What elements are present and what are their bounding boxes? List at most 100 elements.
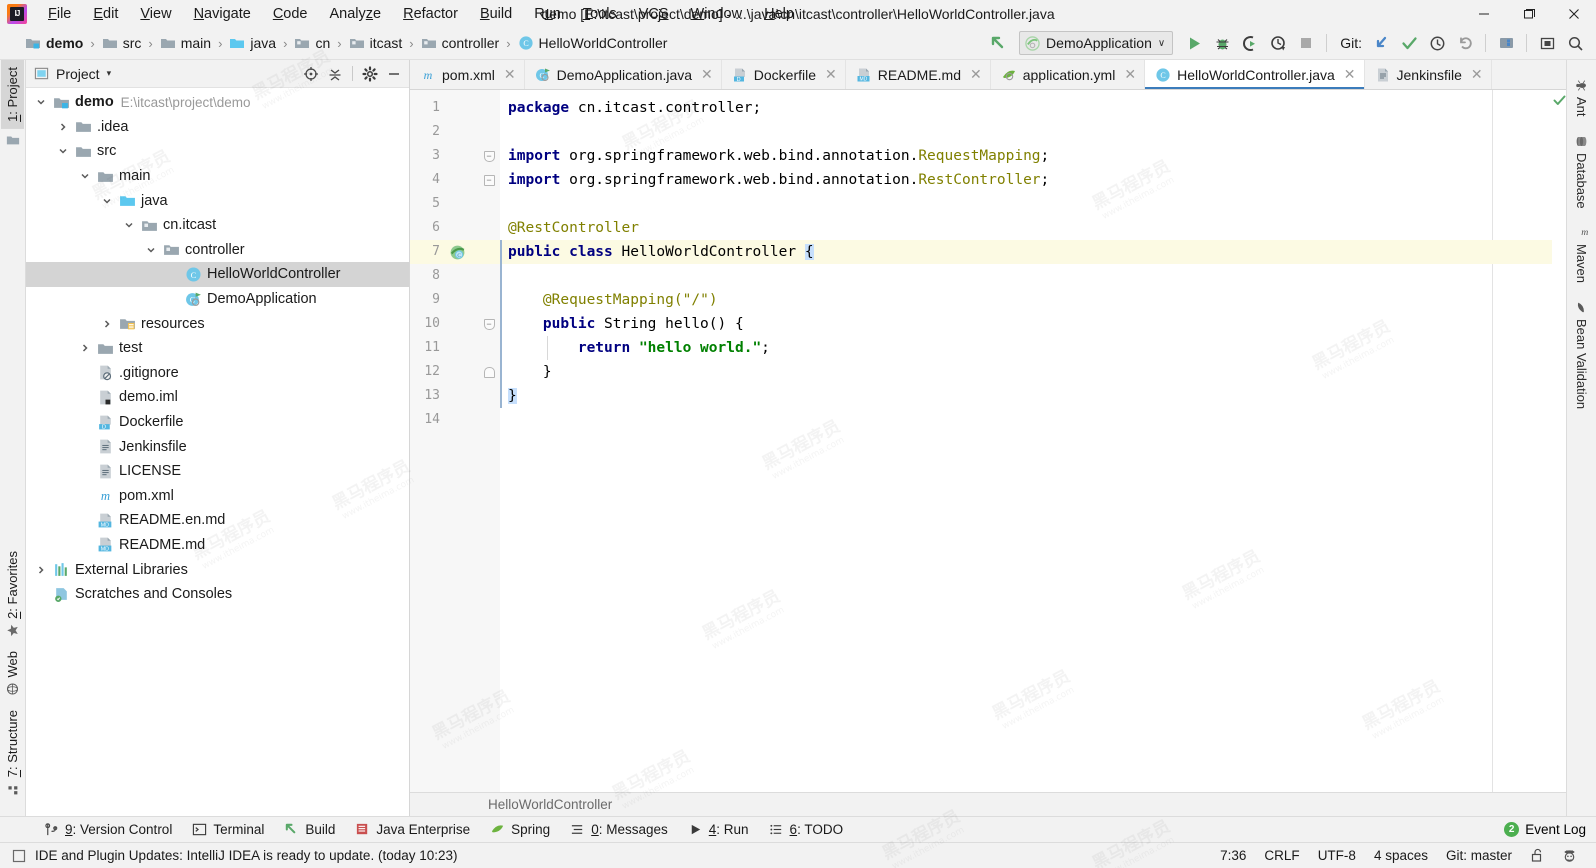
tree-node-helloworldcontroller[interactable]: C HelloWorldController <box>26 262 409 287</box>
tree-node-scratches-and-consoles[interactable]: Scratches and Consoles <box>26 582 409 607</box>
indent-setting[interactable]: 4 spaces <box>1365 846 1437 865</box>
menu-code[interactable]: Code <box>262 3 319 25</box>
tool-window-tab-web[interactable]: Web <box>1 644 24 703</box>
tree-node-main[interactable]: main <box>26 164 409 189</box>
fold-marker-line-3[interactable]: − <box>478 144 500 168</box>
breadcrumb-item-src[interactable]: src <box>99 33 145 53</box>
tool-window-tab-ant[interactable]: Ant <box>1570 70 1593 126</box>
layout-icon[interactable] <box>1534 30 1560 56</box>
fold-marker-line-4[interactable]: − <box>478 168 500 192</box>
chevron-down-icon[interactable]: ∨ <box>1158 38 1165 49</box>
editor-breadcrumb[interactable]: HelloWorldController <box>410 792 1566 816</box>
tool-window-tab-maven[interactable]: m Maven <box>1570 217 1593 292</box>
gutter-line-14[interactable]: 14 <box>410 408 478 432</box>
tool-window-button-build[interactable]: Build <box>274 819 345 840</box>
tree-node-external-libraries[interactable]: External Libraries <box>26 557 409 582</box>
close-button[interactable] <box>1551 0 1596 27</box>
tool-window-tab-2-favorites[interactable]: 2: Favorites <box>1 544 24 644</box>
event-log-button[interactable]: 2 Event Log <box>1504 822 1596 837</box>
gutter-line-10[interactable]: 10 <box>410 312 478 336</box>
close-icon[interactable]: ✕ <box>1344 66 1356 83</box>
tool-window-button-java-enterprise[interactable]: Java Enterprise <box>345 819 480 840</box>
fold-collapse-icon[interactable]: − <box>483 150 495 162</box>
tool-window-tab-1-project[interactable]: 1: Project <box>1 60 24 129</box>
gutter-line-11[interactable]: 11 <box>410 336 478 360</box>
close-icon[interactable]: ✕ <box>701 66 713 83</box>
gutter-line-13[interactable]: 13 <box>410 384 478 408</box>
code-line-7[interactable]: public class HelloWorldController { <box>500 240 1552 264</box>
close-icon[interactable]: ✕ <box>1124 66 1136 83</box>
editor-tab-jenkinsfile[interactable]: Jenkinsfile ✕ <box>1365 60 1492 89</box>
code-line-12[interactable]: } <box>500 360 1552 384</box>
profile-button[interactable] <box>1265 30 1291 56</box>
close-icon[interactable]: ✕ <box>1471 66 1483 83</box>
breadcrumb-item-cn[interactable]: cn <box>291 33 333 53</box>
gear-icon[interactable] <box>359 63 381 85</box>
code-line-6[interactable]: @RestController <box>500 216 1552 240</box>
menu-window[interactable]: Window <box>680 3 754 25</box>
line-separator[interactable]: CRLF <box>1255 846 1308 865</box>
breadcrumb-item-java[interactable]: java <box>226 33 279 53</box>
spring-bean-icon[interactable]: C <box>449 244 466 261</box>
editor-tab-pom-xml[interactable]: m pom.xml ✕ <box>410 60 525 89</box>
tree-node-controller[interactable]: controller <box>26 238 409 263</box>
minimize-button[interactable] <box>1461 0 1506 27</box>
breadcrumb-item-demo[interactable]: demo <box>22 33 86 53</box>
fold-marker-line-10[interactable]: − <box>478 312 500 336</box>
code-line-4[interactable]: import org.springframework.web.bind.anno… <box>500 168 1552 192</box>
tool-window-tab-bean-validation[interactable]: Bean Validation <box>1570 292 1593 418</box>
search-icon[interactable] <box>1562 30 1588 56</box>
gutter-line-1[interactable]: 1 <box>410 96 478 120</box>
close-icon[interactable]: ✕ <box>825 66 837 83</box>
debug-button[interactable] <box>1209 30 1235 56</box>
chevron-right-icon[interactable] <box>102 319 118 329</box>
tree-node-demo[interactable]: demo E:\itcast\project\demo <box>26 90 409 115</box>
gutter-line-9[interactable]: 9 <box>410 288 478 312</box>
tree-node-resources[interactable]: resources <box>26 311 409 336</box>
close-icon[interactable]: ✕ <box>504 66 516 83</box>
chevron-down-icon[interactable]: ▾ <box>107 68 112 79</box>
run-configuration-selector[interactable]: DemoApplication ∨ <box>1019 31 1174 55</box>
code-editor[interactable]: package cn.itcast.controller; import org… <box>500 90 1552 792</box>
hector-inspection-icon[interactable] <box>1553 846 1586 865</box>
code-line-1[interactable]: package cn.itcast.controller; <box>500 96 1552 120</box>
tree-node-idea[interactable]: .idea <box>26 115 409 140</box>
commit-icon[interactable] <box>1396 30 1422 56</box>
tree-node-jenkinsfile[interactable]: Jenkinsfile <box>26 434 409 459</box>
tool-window-button-terminal[interactable]: Terminal <box>182 819 274 840</box>
tree-node-java[interactable]: java <box>26 188 409 213</box>
maximize-button[interactable] <box>1506 0 1551 27</box>
back-arrow-icon[interactable] <box>985 30 1011 56</box>
code-line-11[interactable]: return "hello world."; <box>500 336 1552 360</box>
tool-window-tab-7-structure[interactable]: 7: Structure <box>1 703 24 802</box>
chevron-right-icon[interactable] <box>58 122 74 132</box>
menu-bar[interactable]: File Edit View Navigate Code Analyze Refactor B… <box>37 3 805 25</box>
menu-edit[interactable]: Edit <box>82 3 129 25</box>
tree-node-gitignore[interactable]: .gitignore <box>26 361 409 386</box>
project-tree[interactable]: demo E:\itcast\project\demo .idea src main ja… <box>26 88 409 816</box>
gutter-line-7[interactable]: 7C <box>410 240 478 264</box>
file-encoding[interactable]: UTF-8 <box>1309 846 1365 865</box>
tree-node-test[interactable]: test <box>26 336 409 361</box>
tree-node-readme-md[interactable]: MD README.md <box>26 533 409 558</box>
code-line-13[interactable]: } <box>500 384 1552 408</box>
tree-node-readme-en-md[interactable]: MD README.en.md <box>26 508 409 533</box>
unlocked-padlock-icon[interactable] <box>1521 846 1553 865</box>
fold-collapse-icon[interactable]: − <box>483 174 495 186</box>
chevron-down-icon[interactable] <box>36 97 52 107</box>
tool-window-button-spring[interactable]: Spring <box>480 819 560 840</box>
code-line-10[interactable]: public String hello() { <box>500 312 1552 336</box>
menu-refactor[interactable]: Refactor <box>392 3 469 25</box>
gutter-line-3[interactable]: 3 <box>410 144 478 168</box>
tool-window-button-4-run[interactable]: 4: Run <box>678 819 759 840</box>
tree-node-license[interactable]: LICENSE <box>26 459 409 484</box>
fold-collapse-icon[interactable]: − <box>483 318 495 330</box>
chevron-down-icon[interactable] <box>124 220 140 230</box>
chevron-right-icon[interactable] <box>80 343 96 353</box>
settings-icon[interactable] <box>1493 30 1519 56</box>
chevron-down-icon[interactable] <box>80 171 96 181</box>
editor-tab-dockerfile[interactable]: D Dockerfile ✕ <box>722 60 846 89</box>
menu-view[interactable]: View <box>129 3 182 25</box>
tree-node-demo-iml[interactable]: demo.iml <box>26 385 409 410</box>
fold-marker-line-12[interactable] <box>478 360 500 384</box>
